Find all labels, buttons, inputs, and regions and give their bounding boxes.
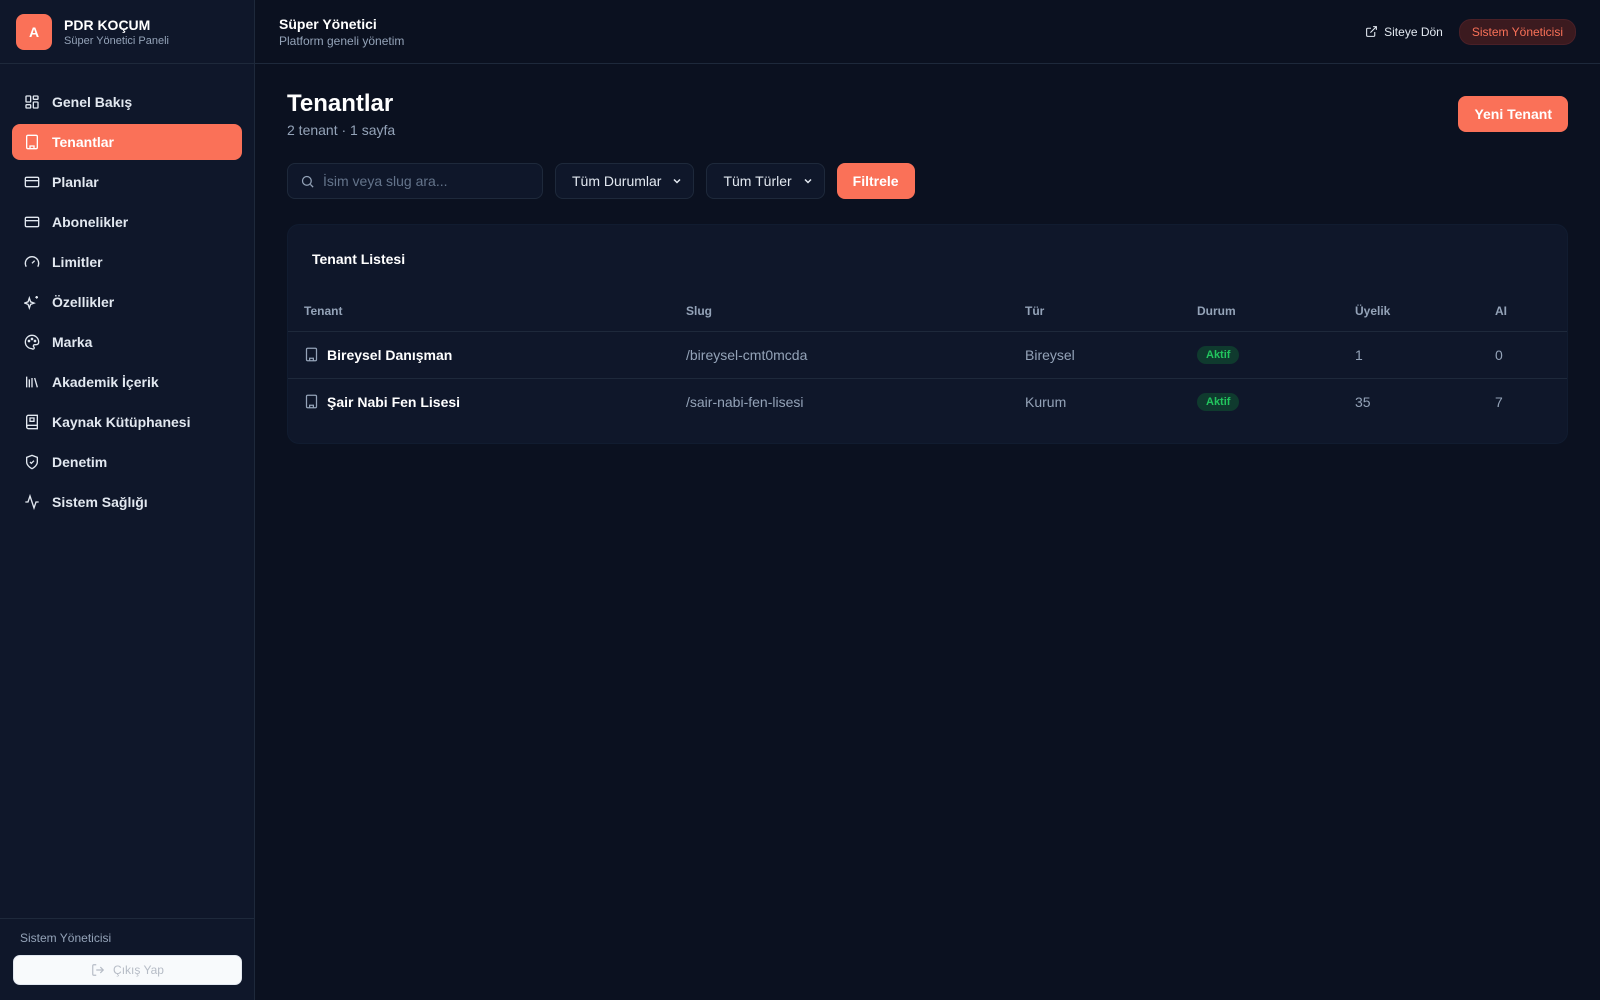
credit-card-icon [24, 216, 40, 228]
dashboard-icon [25, 95, 39, 109]
sidebar-item-label: Marka [52, 334, 93, 350]
sparkles-icon [24, 295, 38, 310]
search-box [287, 163, 543, 199]
column-header: Tenant [288, 291, 670, 332]
tenant-slug: /bireysel-cmt0mcda [670, 331, 1009, 379]
sidebar-item-label: Akademik İçerik [52, 374, 159, 390]
topbar-subtitle: Platform geneli yönetim [279, 33, 405, 48]
tenant-members: 1 [1339, 331, 1479, 379]
page-title: Tenantlar [287, 90, 394, 117]
new-tenant-button[interactable]: Yeni Tenant [1458, 96, 1568, 132]
column-header: Üyelik [1339, 291, 1479, 332]
card-title: Tenant Listesi [312, 251, 406, 267]
sidebar-item-label: Tenantlar [52, 134, 114, 150]
sidebar-item-tenantlar[interactable]: Tenantlar [12, 124, 242, 160]
tenant-name[interactable]: Bireysel Danışman [327, 347, 452, 363]
sidebar-item-label: Sistem Sağlığı [52, 494, 148, 510]
filter-bar: Tüm Durumlar Tüm Türler Filtrele [287, 163, 1568, 199]
back-to-site-link[interactable]: Siteye Dön [1365, 25, 1443, 39]
palette-icon [24, 334, 40, 350]
sidebar-footer: Sistem Yöneticisi Çıkış Yap [0, 918, 254, 1000]
main-content: Tenantlar 2 tenant · 1 sayfa Yeni Tenant… [255, 64, 1600, 1000]
status-select[interactable]: Tüm Durumlar [555, 163, 695, 199]
column-header: AI [1479, 291, 1567, 332]
building-icon [305, 394, 318, 409]
search-input[interactable] [323, 173, 523, 189]
topbar-title: Süper Yönetici [279, 15, 377, 32]
chevron-down-icon [673, 178, 681, 184]
table-header-row: Tenant Slug Tür Durum Üyelik AI [288, 291, 1567, 332]
sidebar-item-abonelikler[interactable]: Abonelikler [12, 204, 242, 240]
activity-icon [25, 494, 39, 510]
table-row[interactable]: Bireysel Danışman /bireysel-cmt0mcda Bir… [288, 331, 1567, 379]
tenant-type: Kurum [1025, 393, 1067, 410]
logout-label: Çıkış Yap [113, 963, 164, 977]
brand-logo: A [16, 13, 52, 50]
status-badge: Aktif [1197, 346, 1240, 364]
search-icon [301, 175, 314, 188]
topbar: Süper Yönetici Platform geneli yönetim S… [255, 0, 1600, 64]
sidebar: A PDR KOÇUM Süper Yönetici Paneli Genel … [0, 0, 255, 1000]
chevron-down-icon [804, 178, 812, 184]
column-header: Durum [1181, 291, 1339, 332]
shield-icon [26, 454, 38, 470]
sidebar-item-label: Denetim [52, 454, 108, 470]
tenant-members: 35 [1355, 393, 1371, 410]
role-badge: Sistem Yöneticisi [1458, 18, 1576, 45]
type-select[interactable]: Tüm Türler [706, 163, 825, 199]
book-icon [26, 414, 38, 430]
credit-card-icon [24, 176, 40, 188]
page-subtitle: 2 tenant · 1 sayfa [287, 122, 396, 138]
building-icon [26, 134, 38, 150]
library-icon [26, 376, 38, 388]
gauge-icon [24, 256, 40, 267]
tenant-slug: /sair-nabi-fen-lisesi [686, 393, 804, 410]
sidebar-item-akademik-icerik[interactable]: Akademik İçerik [12, 364, 242, 400]
sidebar-item-label: Abonelikler [52, 214, 129, 230]
tenant-list-card: Tenant Listesi Tenant Slug Tür Durum Üye… [287, 224, 1568, 444]
sidebar-item-denetim[interactable]: Denetim [12, 444, 242, 480]
tenant-table: Tenant Slug Tür Durum Üyelik AI Bireysel… [288, 291, 1567, 425]
sidebar-item-kaynak-kutuphanesi[interactable]: Kaynak Kütüphanesi [12, 404, 242, 440]
sidebar-item-ozellikler[interactable]: Özellikler [12, 284, 242, 320]
status-select-value: Tüm Durumlar [572, 173, 662, 189]
sidebar-item-label: Kaynak Kütüphanesi [52, 414, 191, 430]
sidebar-item-label: Limitler [52, 254, 103, 270]
table-row[interactable]: Şair Nabi Fen Lisesi /sair-nabi-fen-lise… [288, 378, 1567, 425]
sidebar-item-genel-bakis[interactable]: Genel Bakış [12, 84, 242, 120]
sidebar-item-sistem-sagligi[interactable]: Sistem Sağlığı [12, 484, 242, 520]
status-badge: Aktif [1197, 393, 1240, 412]
type-select-value: Tüm Türler [723, 173, 792, 189]
sidebar-item-label: Genel Bakış [52, 94, 133, 110]
brand-title: PDR KOÇUM [64, 16, 151, 33]
filter-button[interactable]: Filtrele [836, 163, 915, 199]
tenant-ai: 7 [1495, 393, 1503, 410]
sidebar-item-marka[interactable]: Marka [12, 324, 242, 360]
back-to-site-label: Siteye Dön [1384, 24, 1443, 39]
current-user-role: Sistem Yöneticisi [20, 931, 112, 945]
brand-subtitle: Süper Yönetici Paneli [64, 34, 169, 47]
logout-icon [92, 964, 105, 976]
tenant-ai: 0 [1479, 331, 1567, 379]
building-icon [305, 347, 318, 362]
logout-button[interactable]: Çıkış Yap [13, 955, 242, 985]
column-header: Tür [1009, 291, 1181, 332]
tenant-name[interactable]: Şair Nabi Fen Lisesi [327, 394, 460, 410]
brand: A PDR KOÇUM Süper Yönetici Paneli [0, 0, 254, 64]
sidebar-item-limitler[interactable]: Limitler [12, 244, 242, 280]
tenant-type: Bireysel [1009, 331, 1181, 379]
external-link-icon [1366, 26, 1378, 37]
sidebar-item-planlar[interactable]: Planlar [12, 164, 242, 200]
sidebar-item-label: Planlar [52, 174, 99, 190]
sidebar-nav: Genel Bakış Tenantlar Planlar Abonelikle… [0, 64, 254, 544]
column-header: Slug [670, 291, 1009, 332]
sidebar-item-label: Özellikler [52, 294, 115, 310]
